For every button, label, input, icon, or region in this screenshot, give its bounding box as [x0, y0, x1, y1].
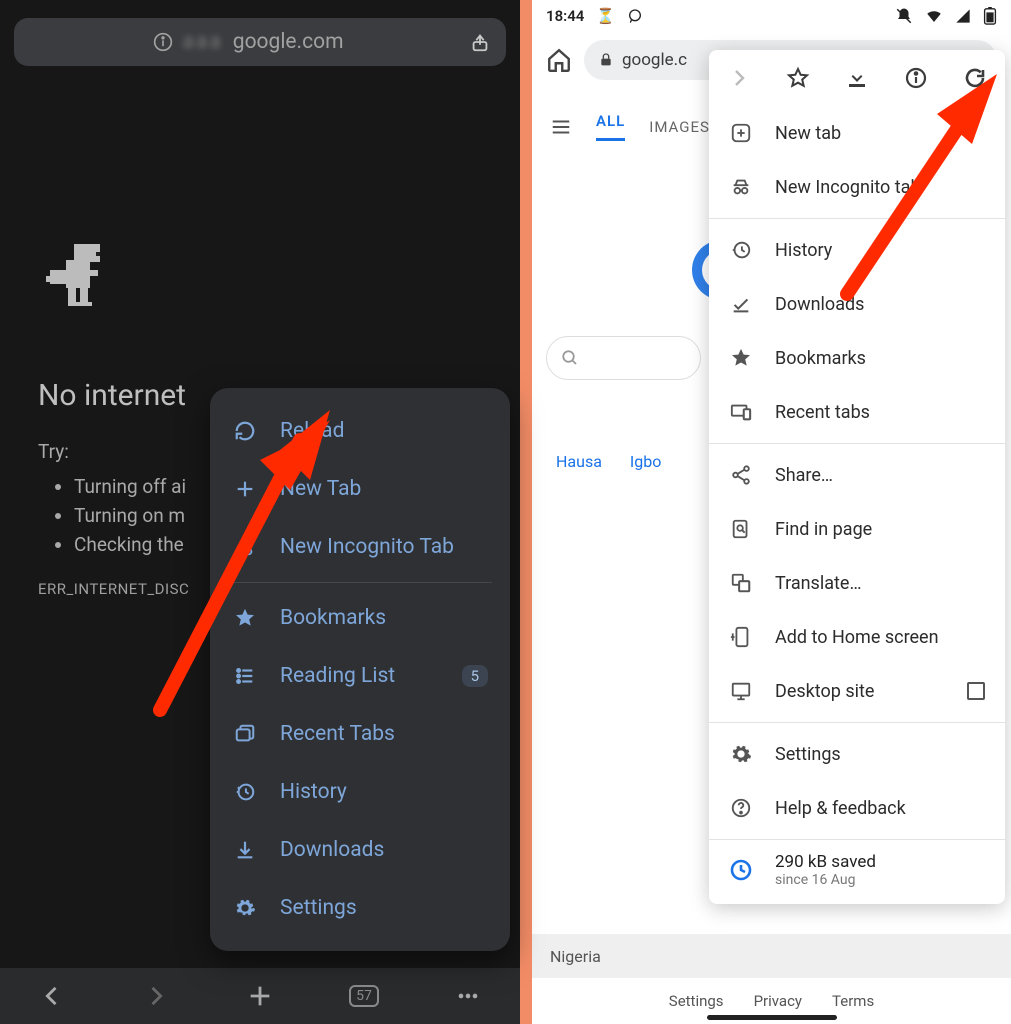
- search-icon: [561, 349, 579, 367]
- menu-recent-tabs[interactable]: Recent Tabs: [210, 705, 510, 763]
- list-icon: [232, 665, 258, 687]
- troubleshoot-text: Try: Turning off ai Turning on m Checkin…: [38, 440, 186, 562]
- page-title: No internet: [38, 378, 186, 413]
- menu-translate[interactable]: Translate…: [709, 556, 1005, 610]
- menu-incognito[interactable]: New Incognito Tab: [210, 518, 510, 576]
- info-icon[interactable]: [904, 66, 928, 90]
- right-screenshot: 18:44 ⏳ google.c ALL IMAG: [526, 0, 1011, 1024]
- more-icon[interactable]: [453, 982, 483, 1010]
- battery-icon: [983, 7, 997, 25]
- browser-menu: Reload New Tab New Incognito Tab Bookmar…: [210, 388, 510, 951]
- url-prefix: aaa: [183, 30, 223, 54]
- menu-history[interactable]: History: [210, 763, 510, 821]
- download-icon: [232, 839, 258, 861]
- footer-link[interactable]: Settings: [669, 992, 724, 1010]
- gear-icon: [232, 897, 258, 919]
- footer-link[interactable]: Privacy: [754, 992, 802, 1010]
- forward-icon[interactable]: [141, 982, 171, 1010]
- menu-help[interactable]: Help & feedback: [709, 781, 1005, 835]
- tabs-icon: [232, 723, 258, 745]
- download-check-icon: [729, 293, 753, 315]
- lock-icon: [598, 52, 614, 68]
- hamburger-icon[interactable]: [550, 116, 572, 138]
- menu-reading-list[interactable]: Reading List 5: [210, 647, 510, 705]
- status-time: 18:44: [546, 7, 584, 25]
- left-screenshot: aaa google.com No internet Try:: [0, 0, 526, 1024]
- find-icon: [729, 518, 753, 540]
- share-icon[interactable]: [468, 31, 492, 53]
- menu-new-tab[interactable]: New tab: [709, 106, 1005, 160]
- menu-add-home[interactable]: Add to Home screen: [709, 610, 1005, 664]
- history-icon: [232, 781, 258, 803]
- menu-find[interactable]: Find in page: [709, 502, 1005, 556]
- reading-badge: 5: [462, 665, 488, 687]
- footer-links: Settings Privacy Terms: [532, 992, 1011, 1010]
- translate-icon: [729, 572, 753, 594]
- bell-off-icon: [895, 7, 913, 25]
- home-icon[interactable]: [546, 47, 572, 73]
- tab-count[interactable]: 57: [349, 985, 379, 1007]
- help-icon: [729, 797, 753, 819]
- menu-incognito[interactable]: New Incognito tab: [709, 160, 1005, 214]
- desktop-icon: [729, 680, 753, 702]
- menu-new-tab[interactable]: New Tab: [210, 460, 510, 518]
- desktop-checkbox[interactable]: [967, 682, 985, 700]
- menu-downloads[interactable]: Downloads: [709, 277, 1005, 331]
- address-bar[interactable]: aaa google.com: [14, 18, 506, 66]
- footer-link[interactable]: Terms: [832, 992, 874, 1010]
- status-bar: 18:44 ⏳: [532, 0, 1011, 28]
- forward-icon[interactable]: [727, 66, 751, 90]
- menu-history[interactable]: History: [709, 223, 1005, 277]
- menu-divider: [228, 582, 492, 583]
- bottom-toolbar: 57: [0, 968, 520, 1024]
- hourglass-icon: ⏳: [596, 7, 615, 25]
- menu-reload[interactable]: Reload: [210, 402, 510, 460]
- reload-icon[interactable]: [963, 66, 987, 90]
- menu-recent-tabs[interactable]: Recent tabs: [709, 385, 1005, 439]
- chrome-menu: New tab New Incognito tab History Downlo…: [709, 50, 1005, 904]
- add-home-icon: [729, 626, 753, 648]
- back-icon[interactable]: [37, 982, 67, 1010]
- search-bar[interactable]: [546, 336, 701, 380]
- star-icon: [232, 607, 258, 629]
- menu-bookmarks[interactable]: Bookmarks: [210, 589, 510, 647]
- data-saved-row[interactable]: 290 kB saved since 16 Aug: [709, 844, 1005, 896]
- menu-bookmarks[interactable]: Bookmarks: [709, 331, 1005, 385]
- menu-settings[interactable]: Settings: [709, 727, 1005, 781]
- menu-share[interactable]: Share…: [709, 448, 1005, 502]
- plus-icon: [232, 478, 258, 500]
- menu-settings[interactable]: Settings: [210, 879, 510, 937]
- gear-icon: [729, 743, 753, 765]
- wifi-icon: [925, 7, 943, 25]
- tab-images[interactable]: IMAGES: [649, 118, 710, 136]
- menu-downloads[interactable]: Downloads: [210, 821, 510, 879]
- info-icon: [153, 32, 173, 52]
- error-code: ERR_INTERNET_DISC: [38, 580, 189, 598]
- download-icon[interactable]: [845, 66, 869, 90]
- star-icon[interactable]: [786, 66, 810, 90]
- history-icon: [729, 239, 753, 261]
- share-icon: [729, 464, 753, 486]
- star-icon: [729, 347, 753, 369]
- data-saver-icon: [729, 858, 753, 882]
- new-tab-icon[interactable]: [245, 982, 275, 1010]
- lang-link[interactable]: Igbo: [630, 452, 661, 471]
- language-links: Hausa Igbo: [556, 452, 661, 471]
- plus-box-icon: [729, 122, 753, 144]
- home-indicator: [707, 1015, 837, 1020]
- devices-icon: [729, 401, 753, 423]
- lang-link[interactable]: Hausa: [556, 452, 602, 471]
- footer-country: Nigeria: [532, 934, 1011, 978]
- dino-icon: [38, 240, 110, 312]
- signal-icon: [955, 8, 971, 24]
- incognito-icon: [232, 536, 258, 558]
- whatsapp-icon: [627, 8, 643, 24]
- tab-all[interactable]: ALL: [596, 112, 625, 141]
- menu-desktop-site[interactable]: Desktop site: [709, 664, 1005, 718]
- url-text: google.com: [233, 30, 344, 54]
- incognito-icon: [729, 176, 753, 198]
- reload-icon: [232, 420, 258, 442]
- url-text: google.c: [622, 50, 687, 70]
